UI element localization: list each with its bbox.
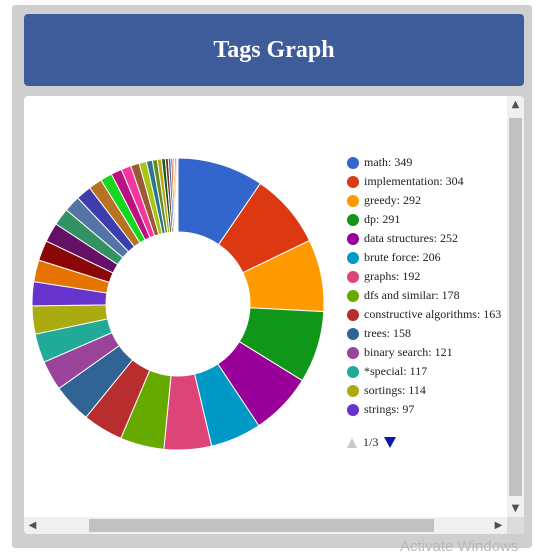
legend-next-page-icon[interactable]	[384, 437, 397, 448]
legend-page-indicator: 1/3	[363, 435, 379, 449]
scroll-down-icon[interactable]: ▼	[507, 500, 524, 517]
chart-panel: math: 349 implementation: 304 greedy: 292 d…	[24, 96, 524, 534]
legend-color-swatch	[347, 346, 359, 359]
legend-prev-page-icon[interactable]	[347, 437, 357, 448]
legend-label: constructive algorithms: 163	[364, 307, 502, 321]
legend-label: math: 349	[364, 155, 413, 169]
legend-color-swatch	[347, 270, 359, 283]
legend-item[interactable]: binary search: 121	[347, 343, 517, 362]
legend-color-swatch	[347, 213, 359, 226]
legend-color-swatch	[347, 308, 359, 321]
vertical-scrollbar[interactable]: ▲ ▼	[507, 96, 524, 517]
legend-label: greedy: 292	[364, 193, 421, 207]
legend-color-swatch	[347, 156, 359, 169]
horizontal-scroll-thumb[interactable]	[89, 519, 434, 532]
legend-item[interactable]: graphs: 192	[347, 267, 517, 286]
legend-item[interactable]: math: 349	[347, 153, 517, 172]
legend-item[interactable]: strings: 97	[347, 400, 517, 419]
tags-donut-chart	[31, 157, 325, 451]
legend-item[interactable]: implementation: 304	[347, 172, 517, 191]
legend-item[interactable]: data structures: 252	[347, 229, 517, 248]
legend-label: binary search: 121	[364, 345, 453, 359]
chart-legend: math: 349 implementation: 304 greedy: 292 d…	[347, 153, 517, 419]
scroll-left-icon[interactable]: ◀	[24, 517, 41, 534]
legend-item[interactable]: constructive algorithms: 163	[347, 305, 517, 324]
legend-label: dfs and similar: 178	[364, 288, 460, 302]
legend-item[interactable]: brute force: 206	[347, 248, 517, 267]
legend-color-swatch	[347, 384, 359, 397]
donut-slice-meet-in-the-middle[interactable]	[176, 157, 179, 233]
legend-color-swatch	[347, 403, 359, 416]
legend-color-swatch	[347, 327, 359, 340]
scroll-right-icon[interactable]: ▶	[490, 517, 507, 534]
legend-label: dp: 291	[364, 212, 401, 226]
legend-item[interactable]: dp: 291	[347, 210, 517, 229]
legend-label: graphs: 192	[364, 269, 421, 283]
legend-color-swatch	[347, 365, 359, 378]
legend-item[interactable]: trees: 158	[347, 324, 517, 343]
legend-label: strings: 97	[364, 402, 415, 416]
legend-item[interactable]: sortings: 114	[347, 381, 517, 400]
legend-color-swatch	[347, 289, 359, 302]
legend-pager: 1/3	[347, 435, 397, 450]
legend-label: implementation: 304	[364, 174, 464, 188]
legend-color-swatch	[347, 251, 359, 264]
horizontal-scrollbar[interactable]: ◀ ▶	[24, 517, 507, 534]
windows-watermark: Activate Windows	[400, 538, 519, 555]
legend-color-swatch	[347, 175, 359, 188]
legend-label: *special: 117	[364, 364, 428, 378]
legend-label: brute force: 206	[364, 250, 441, 264]
legend-label: sortings: 114	[364, 383, 426, 397]
page-title: Tags Graph	[213, 36, 335, 63]
header-bar: Tags Graph	[24, 14, 524, 86]
vertical-scroll-thumb[interactable]	[509, 118, 522, 496]
legend-color-swatch	[347, 232, 359, 245]
legend-label: data structures: 252	[364, 231, 458, 245]
scrollbar-corner	[507, 517, 524, 534]
scroll-up-icon[interactable]: ▲	[507, 96, 524, 113]
legend-item[interactable]: greedy: 292	[347, 191, 517, 210]
legend-color-swatch	[347, 194, 359, 207]
legend-item[interactable]: dfs and similar: 178	[347, 286, 517, 305]
legend-item[interactable]: *special: 117	[347, 362, 517, 381]
legend-label: trees: 158	[364, 326, 411, 340]
